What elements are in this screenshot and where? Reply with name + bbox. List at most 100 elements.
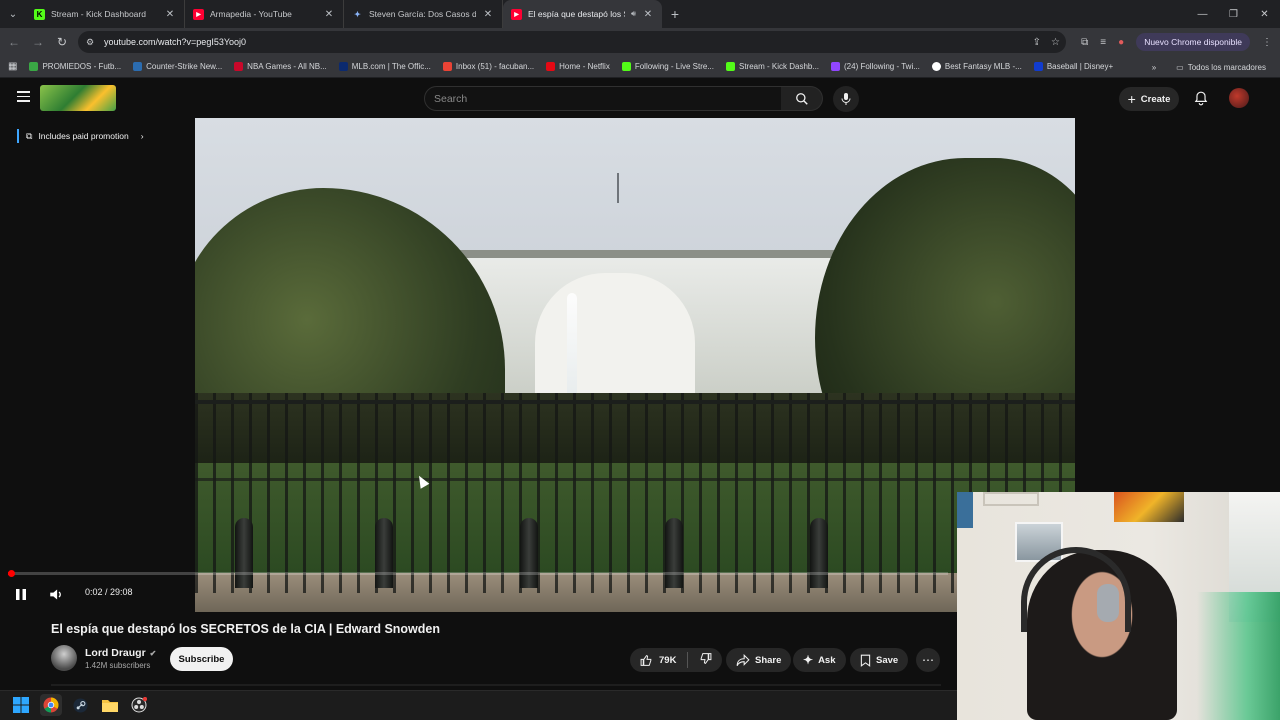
- white-house-portico: [535, 273, 695, 403]
- file-explorer-taskbar-icon[interactable]: [99, 694, 121, 716]
- reload-icon[interactable]: ↻: [50, 28, 74, 56]
- close-tab-icon[interactable]: ✕: [482, 9, 494, 20]
- obs-taskbar-icon[interactable]: [128, 694, 150, 716]
- subscribe-button[interactable]: Subscribe: [170, 647, 233, 671]
- profile-icon[interactable]: ●: [1118, 37, 1124, 48]
- promotion-icon: ⧉: [26, 130, 33, 141]
- bookmark-icon: [860, 654, 871, 667]
- youtube-logo[interactable]: [40, 85, 116, 111]
- bookmark-star-icon[interactable]: ☆: [1051, 37, 1060, 48]
- tab-search-chevron-icon[interactable]: ⌄: [0, 0, 26, 28]
- toolbar-extras: ⧉ ≡ ● Nuevo Chrome disponible ⋮: [1081, 28, 1280, 56]
- pause-button[interactable]: [12, 585, 30, 603]
- bookmark-item[interactable]: Best Fantasy MLB -...: [926, 62, 1028, 71]
- minimize-icon[interactable]: —: [1187, 0, 1218, 28]
- video-player[interactable]: [195, 118, 1075, 612]
- close-tab-icon[interactable]: ✕: [323, 9, 335, 20]
- windows-logo-icon: [13, 697, 29, 713]
- menu-icon[interactable]: [17, 91, 30, 102]
- bollard: [235, 518, 253, 588]
- steam-taskbar-icon[interactable]: [69, 694, 91, 716]
- omnibox-actions: ⇪ ☆: [1033, 31, 1060, 53]
- all-bookmarks-folder[interactable]: ▭ Todos los marcadores: [1170, 63, 1272, 72]
- bookmark-favicon-icon: [725, 62, 735, 71]
- bookmark-item[interactable]: PROMIEDOS - Futb...: [23, 62, 127, 71]
- close-tab-icon[interactable]: ✕: [164, 9, 176, 20]
- back-icon[interactable]: ←: [2, 28, 26, 56]
- share-button[interactable]: Share: [726, 648, 792, 672]
- bookmark-item[interactable]: Stream - Kick Dashb...: [720, 62, 825, 71]
- bookmark-item[interactable]: Home - Netflix: [540, 62, 616, 71]
- microphone-icon: [841, 93, 851, 105]
- window-controls: — ❐ ✕: [1187, 0, 1280, 28]
- chrome-taskbar-icon[interactable]: [40, 694, 62, 716]
- restore-icon[interactable]: ❐: [1218, 0, 1249, 28]
- browser-tab-active[interactable]: ▶ El espía que destapó los SE 🔊︎ ✕: [503, 0, 662, 28]
- paid-promotion-banner[interactable]: ⧉ Includes paid promotion ›: [17, 129, 144, 143]
- plus-icon: +: [1127, 91, 1136, 107]
- apps-grid-icon[interactable]: ▦: [0, 61, 23, 72]
- bookmarks-right: » ▭ Todos los marcadores: [1152, 56, 1272, 78]
- folder-icon: ▭: [1176, 62, 1184, 72]
- bookmark-favicon-icon: [546, 62, 556, 71]
- notifications-button[interactable]: [1191, 88, 1211, 108]
- thumbs-up-icon: [640, 654, 652, 666]
- bookmark-item[interactable]: Baseball | Disney+: [1028, 62, 1119, 71]
- scrubber-handle[interactable]: [8, 570, 15, 577]
- search-input[interactable]: Search: [424, 86, 782, 111]
- share-icon: [736, 653, 750, 666]
- chrome-menu-icon[interactable]: ⋮: [1262, 37, 1272, 48]
- fence-rail: [195, 400, 1075, 404]
- browser-tab[interactable]: ✦ Steven García: Dos Casos de D ✕: [344, 0, 503, 28]
- new-tab-icon[interactable]: +: [662, 6, 688, 22]
- bollard: [665, 518, 683, 588]
- more-bookmarks-icon[interactable]: »: [1152, 63, 1156, 72]
- progress-bar[interactable]: [8, 572, 948, 575]
- speaker-icon[interactable]: 🔊︎: [631, 9, 636, 19]
- webcam-overlay: [957, 492, 1280, 720]
- bookmark-item[interactable]: MLB.com | The Offic...: [333, 62, 437, 71]
- green-light: [1197, 592, 1280, 720]
- bookmark-favicon-icon: [1033, 62, 1043, 71]
- bollard: [375, 518, 393, 588]
- bookmarks-bar: ▦ PROMIEDOS - Futb... Counter-Strike New…: [0, 56, 1280, 78]
- media-controls-icon[interactable]: ≡: [1100, 37, 1106, 48]
- voice-search-button[interactable]: [833, 86, 859, 112]
- channel-avatar[interactable]: [51, 645, 77, 671]
- account-avatar[interactable]: [1229, 88, 1249, 108]
- like-button[interactable]: 79K: [640, 654, 676, 667]
- install-app-icon[interactable]: ⇪: [1033, 37, 1041, 48]
- bollard: [520, 518, 538, 588]
- save-button[interactable]: Save: [850, 648, 909, 672]
- windows-start-icon[interactable]: [10, 694, 32, 716]
- dislike-button[interactable]: [699, 652, 712, 668]
- wall-artwork: [1114, 492, 1184, 522]
- channel-name[interactable]: Lord Draugr ✔: [85, 647, 156, 659]
- wall-poster: [957, 492, 973, 528]
- create-button[interactable]: + Create: [1119, 87, 1179, 111]
- forward-icon[interactable]: →: [26, 28, 50, 56]
- volume-button[interactable]: [46, 585, 66, 603]
- verified-icon: ✔: [149, 648, 157, 658]
- browser-tab[interactable]: K Stream - Kick Dashboard ✕: [26, 0, 185, 28]
- bookmark-item[interactable]: Inbox (51) - facuban...: [437, 62, 540, 71]
- bookmark-item[interactable]: NBA Games - All NB...: [228, 62, 333, 71]
- more-actions-icon[interactable]: ⋯: [916, 648, 940, 672]
- description-box-edge: [51, 684, 941, 686]
- bookmark-item[interactable]: Counter-Strike New...: [127, 62, 228, 71]
- search-button[interactable]: [781, 86, 823, 111]
- site-info-icon[interactable]: ⚙: [86, 37, 100, 48]
- bookmark-item[interactable]: (24) Following - Twi...: [825, 62, 926, 71]
- ask-button[interactable]: ✦ Ask: [793, 648, 846, 672]
- update-chrome-button[interactable]: Nuevo Chrome disponible: [1136, 33, 1250, 51]
- bookmark-favicon-icon: [338, 62, 348, 71]
- close-window-icon[interactable]: ✕: [1249, 0, 1280, 28]
- bookmark-favicon-icon: [442, 62, 452, 71]
- close-tab-icon[interactable]: ✕: [642, 9, 654, 20]
- browser-tab[interactable]: ▶ Armapedia - YouTube ✕: [185, 0, 344, 28]
- bookmark-item[interactable]: Following - Live Stre...: [616, 62, 720, 71]
- subscriber-count: 1.42M subscribers: [85, 661, 151, 670]
- address-bar[interactable]: ⚙ youtube.com/watch?v=pegI53Yooj0 ⇪ ☆: [78, 31, 1066, 53]
- like-dislike-group: 79K: [630, 648, 723, 672]
- extensions-icon[interactable]: ⧉: [1081, 37, 1088, 48]
